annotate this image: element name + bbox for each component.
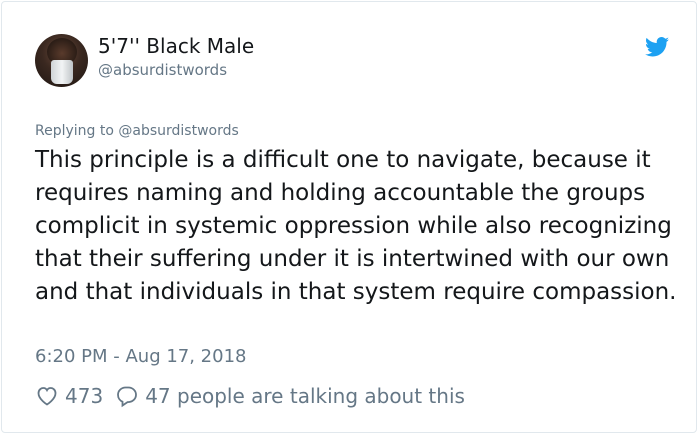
avatar-mug	[51, 60, 73, 84]
user-handle[interactable]: @absurdistwords	[98, 61, 227, 79]
replying-to[interactable]: Replying to @absurdistwords	[35, 123, 239, 139]
tweet-timestamp[interactable]: 6:20 PM - Aug 17, 2018	[35, 346, 247, 367]
heart-icon[interactable]	[35, 384, 59, 408]
tweet-text: This principle is a difficult one to nav…	[35, 147, 677, 305]
twitter-bird-icon[interactable]	[645, 37, 669, 57]
tweet-actions: 473 47 people are talking about this	[35, 382, 465, 410]
tweet-card: 5'7'' Black Male @absurdistwords Replyin…	[1, 1, 697, 433]
avatar[interactable]	[35, 34, 88, 87]
speech-bubble-icon[interactable]	[115, 384, 139, 408]
display-name[interactable]: 5'7'' Black Male	[98, 34, 254, 58]
conversation-text[interactable]: 47 people are talking about this	[145, 384, 465, 408]
like-count[interactable]: 473	[65, 384, 103, 408]
